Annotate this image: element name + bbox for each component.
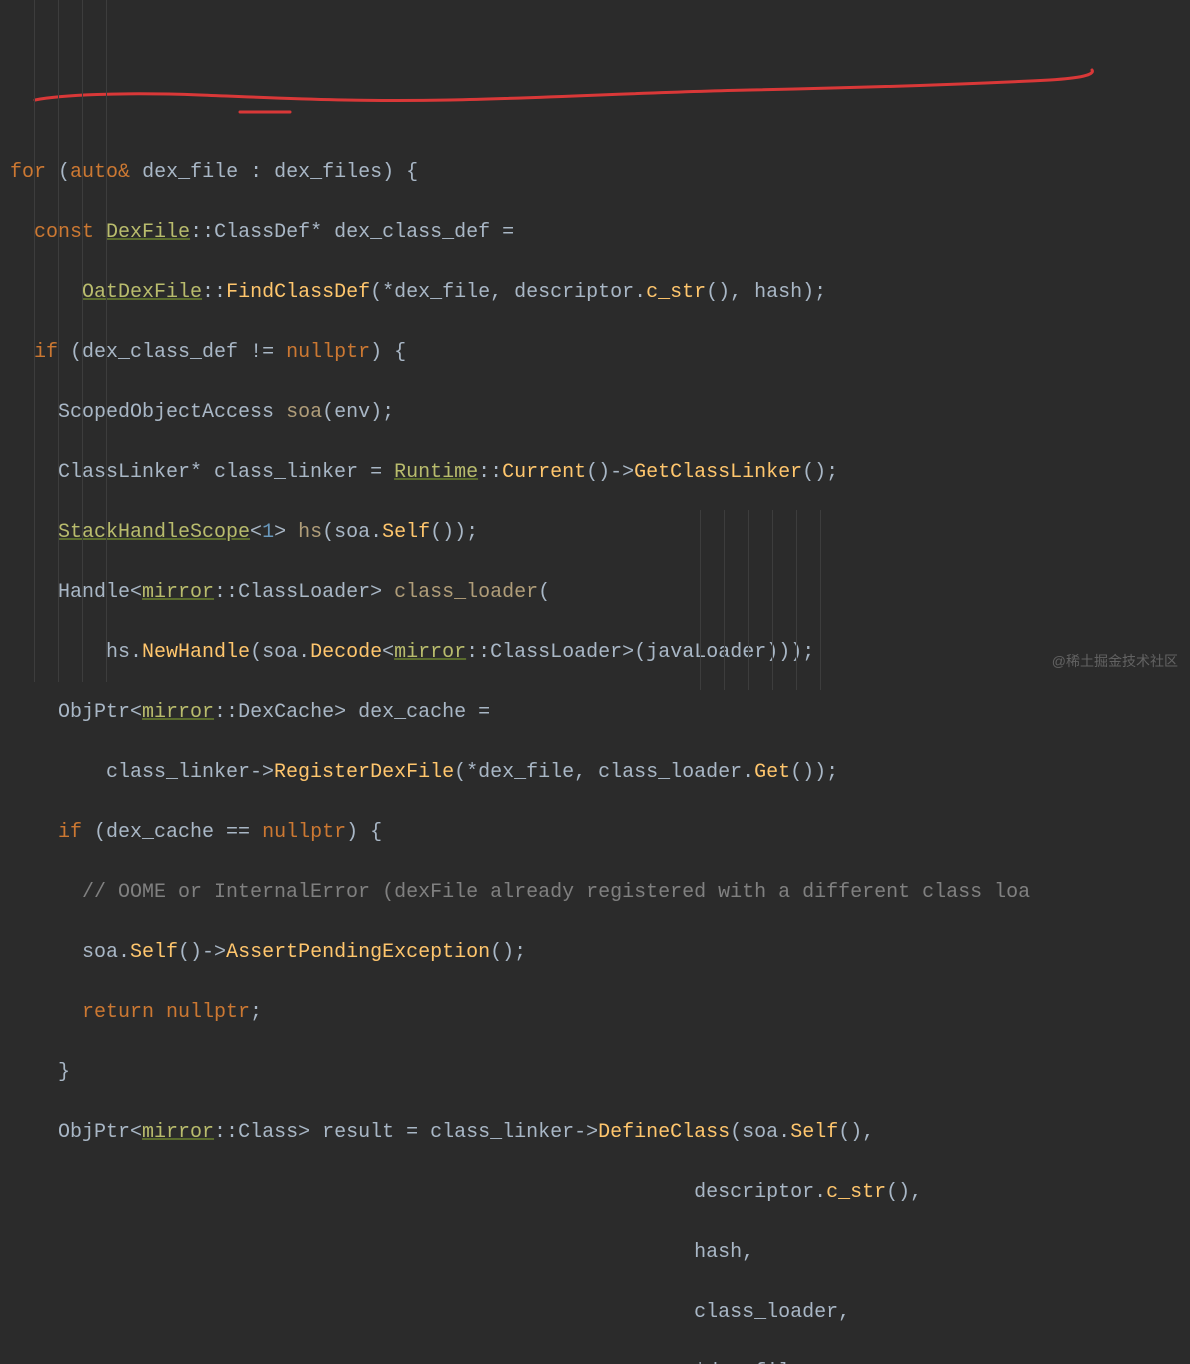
type-oatdexfile: OatDexFile — [82, 281, 202, 304]
code-line: } — [0, 1058, 1190, 1088]
code-line: StackHandleScope<1> hs(soa.Self()); — [0, 518, 1190, 548]
keyword-for: for — [10, 161, 46, 184]
code-line: *dex_file, — [0, 1358, 1190, 1364]
ns-mirror: mirror — [142, 581, 214, 604]
code-line: return nullptr; — [0, 998, 1190, 1028]
code-line: descriptor.c_str(), — [0, 1178, 1190, 1208]
code-line: hs.NewHandle(soa.Decode<mirror::ClassLoa… — [0, 638, 1190, 668]
code-line: class_linker->RegisterDexFile(*dex_file,… — [0, 758, 1190, 788]
code-line: ClassLinker* class_linker = Runtime::Cur… — [0, 458, 1190, 488]
type-dexfile: DexFile — [106, 221, 190, 244]
code-line: // OOME or InternalError (dexFile alread… — [0, 878, 1190, 908]
type-stackhandlescope: StackHandleScope — [58, 521, 250, 544]
code-line: ObjPtr<mirror::Class> result = class_lin… — [0, 1118, 1190, 1148]
code-line: soa.Self()->AssertPendingException(); — [0, 938, 1190, 968]
comment: // OOME or InternalError (dexFile alread… — [82, 881, 1030, 904]
code-line: const DexFile::ClassDef* dex_class_def = — [0, 218, 1190, 248]
code-line: if (dex_cache == nullptr) { — [0, 818, 1190, 848]
keyword-auto: auto — [70, 161, 118, 184]
code-line: for (auto& dex_file : dex_files) { — [0, 158, 1190, 188]
code-line: ObjPtr<mirror::DexCache> dex_cache = — [0, 698, 1190, 728]
method-findclassdef: FindClassDef — [226, 281, 370, 304]
type-runtime: Runtime — [394, 461, 478, 484]
code-line: hash, — [0, 1238, 1190, 1268]
code-line: if (dex_class_def != nullptr) { — [0, 338, 1190, 368]
code-editor[interactable]: for (auto& dex_file : dex_files) { const… — [0, 120, 1190, 1364]
code-line: Handle<mirror::ClassLoader> class_loader… — [0, 578, 1190, 608]
code-line: class_loader, — [0, 1298, 1190, 1328]
code-line: ScopedObjectAccess soa(env); — [0, 398, 1190, 428]
code-line: OatDexFile::FindClassDef(*dex_file, desc… — [0, 278, 1190, 308]
